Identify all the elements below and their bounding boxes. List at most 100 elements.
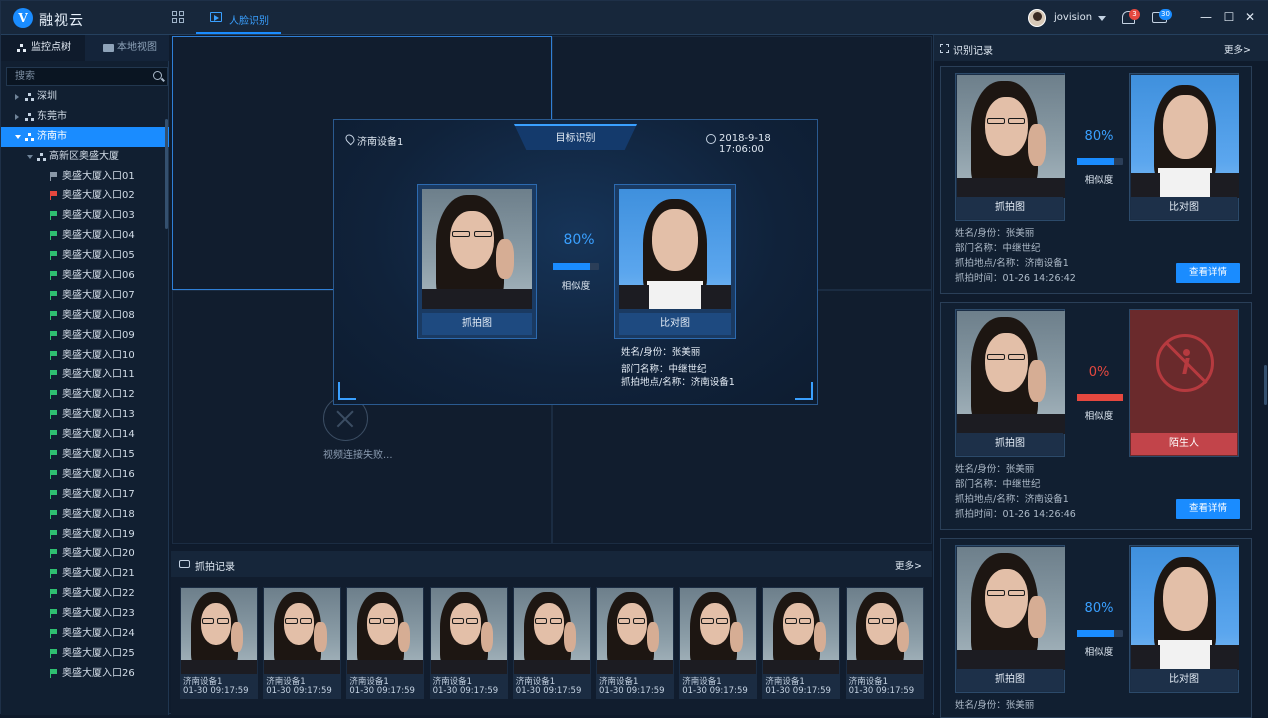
capture-thumbnail[interactable]: 济南设备1 01-30 09:17:59: [679, 587, 758, 699]
scrollbar[interactable]: [1264, 365, 1267, 405]
popup-time: 2018-9-18 17:06:00: [719, 133, 771, 155]
capture-record-panel: 抓拍记录 更多> 济南设备1 01-30 09:17:59 济南设备1 01-30 0…: [171, 551, 932, 715]
tree-device[interactable]: 奥盛大厦入口17: [1, 485, 169, 505]
chevron-right-icon[interactable]: [15, 94, 19, 100]
chevron-down-icon[interactable]: [15, 134, 21, 139]
chevron-down-icon[interactable]: [1098, 16, 1106, 21]
recognition-more-link[interactable]: 更多>: [1224, 42, 1251, 56]
tree-device[interactable]: 奥盛大厦入口07: [1, 286, 169, 306]
face-scan-icon: [940, 44, 949, 53]
compare-caption: 比对图: [1131, 669, 1237, 691]
tree-device[interactable]: 奥盛大厦入口10: [1, 346, 169, 366]
similarity-label: 相似度: [1084, 411, 1114, 422]
camera-status-flag-icon: [50, 589, 58, 599]
card-name: 姓名/身份：张美丽: [955, 700, 1035, 711]
tree-device[interactable]: 奥盛大厦入口13: [1, 405, 169, 425]
tab-face-recognition[interactable]: 人脸识别: [196, 1, 281, 34]
camera-icon: [179, 560, 190, 568]
thumbnail-image: [513, 588, 590, 674]
tree-label: 奥盛大厦入口15: [62, 449, 135, 461]
tree-device[interactable]: 奥盛大厦入口11: [1, 365, 169, 385]
tree-label: 奥盛大厦入口02: [62, 190, 135, 202]
tree-device[interactable]: 奥盛大厦入口19: [1, 525, 169, 545]
search-icon[interactable]: [153, 71, 162, 80]
tree-device[interactable]: 奥盛大厦入口26: [1, 664, 169, 684]
camera-status-flag-icon: [50, 370, 58, 380]
grid-menu-icon[interactable]: [172, 11, 185, 24]
capture-photo: 抓拍图: [955, 73, 1065, 221]
connection-failed-text: 视频连接失败...: [323, 450, 393, 461]
capture-thumbnail[interactable]: 济南设备1 01-30 09:17:59: [762, 587, 841, 699]
chevron-right-icon[interactable]: [15, 113, 19, 120]
capture-thumbnail[interactable]: 济南设备1 01-30 09:17:59: [596, 587, 674, 699]
tree-device[interactable]: 奥盛大厦入口09: [1, 326, 169, 346]
username[interactable]: jovision: [1054, 12, 1092, 23]
view-details-button[interactable]: 查看详情: [1176, 263, 1240, 283]
capture-photo: 抓拍图: [417, 184, 537, 339]
capture-thumbnail[interactable]: 济南设备1 01-30 09:17:59: [512, 587, 591, 699]
tree-label: 奥盛大厦入口25: [62, 647, 135, 659]
similarity-percent: 80%: [563, 232, 595, 248]
tree-device[interactable]: 奥盛大厦入口14: [1, 425, 169, 445]
tree-region[interactable]: 东莞市: [1, 107, 169, 127]
maximize-button[interactable]: ☐: [1222, 10, 1236, 24]
tree-device[interactable]: 奥盛大厦入口18: [1, 505, 169, 525]
camera-status-flag-icon: [50, 231, 58, 241]
close-button[interactable]: ✕: [1243, 10, 1257, 24]
capture-thumbnail[interactable]: 济南设备1 01-30 09:17:59: [346, 587, 425, 699]
minimize-button[interactable]: —: [1199, 10, 1213, 24]
tree-device[interactable]: 奥盛大厦入口23: [1, 604, 169, 624]
camera-status-flag-icon: [50, 171, 58, 181]
tree-device[interactable]: 奥盛大厦入口22: [1, 584, 169, 604]
tree-device[interactable]: 奥盛大厦入口05: [1, 246, 169, 266]
camera-status-flag-icon: [50, 410, 58, 420]
tree-label: 奥盛大厦入口09: [62, 329, 135, 341]
video-play-icon: [210, 12, 222, 22]
tree-device[interactable]: 奥盛大厦入口01: [1, 167, 169, 187]
thumbnail-image: [597, 588, 673, 674]
avatar[interactable]: [1028, 9, 1046, 27]
tree-label: 奥盛大厦入口03: [62, 210, 135, 222]
tree-device[interactable]: 奥盛大厦入口04: [1, 226, 169, 246]
tree-device[interactable]: 奥盛大厦入口24: [1, 624, 169, 644]
tab-local-view[interactable]: 本地视图: [85, 35, 169, 61]
tree-device[interactable]: 奥盛大厦入口20: [1, 544, 169, 564]
notify-badge: 3: [1129, 9, 1140, 20]
chevron-down-icon[interactable]: [27, 154, 33, 159]
similarity-percent: 80%: [1084, 601, 1114, 616]
tree-device[interactable]: 奥盛大厦入口08: [1, 306, 169, 326]
tree-device[interactable]: 奥盛大厦入口16: [1, 465, 169, 485]
tree-label: 奥盛大厦入口23: [62, 608, 135, 620]
tree-label: 高新区奥盛大厦: [49, 150, 119, 162]
tree-device[interactable]: 奥盛大厦入口15: [1, 445, 169, 465]
capture-thumbnail[interactable]: 济南设备1 01-30 09:17:59: [180, 587, 258, 699]
capture-thumbnail[interactable]: 济南设备1 01-30 09:17:59: [845, 587, 924, 699]
card-dept: 部门名称：中继世纪: [955, 479, 1041, 490]
tab-monitor-tree[interactable]: 监控点树: [1, 35, 85, 61]
capture-more-link[interactable]: 更多>: [895, 558, 922, 572]
view-details-button[interactable]: 查看详情: [1176, 499, 1240, 519]
tree-device[interactable]: 奥盛大厦入口21: [1, 564, 169, 584]
compare-face-image: [1131, 75, 1239, 198]
capture-thumbnail[interactable]: 济南设备1 01-30 09:17:59: [429, 587, 508, 699]
tree-region[interactable]: 深圳: [1, 87, 169, 107]
recognition-card: 抓拍图 0% 相似度 陌生人 姓名/身份：张美丽 部门名称：中继世纪 抓拍地点/名称：济南设…: [940, 302, 1252, 530]
tree-device[interactable]: 奥盛大厦入口02: [1, 186, 169, 206]
tree-device[interactable]: 奥盛大厦入口03: [1, 206, 169, 226]
folder-icon: [103, 44, 114, 52]
thumbnail-time: 01-30 09:17:59: [349, 686, 415, 696]
capture-caption: 抓拍图: [957, 433, 1063, 455]
tree-device[interactable]: 奥盛大厦入口06: [1, 266, 169, 286]
tree-building[interactable]: 高新区奥盛大厦: [1, 147, 169, 167]
search-input[interactable]: [7, 68, 147, 85]
tree-region[interactable]: 济南市: [1, 126, 169, 147]
scrollbar[interactable]: [165, 119, 168, 229]
capture-caption: 抓拍图: [422, 313, 532, 335]
capture-thumbnail[interactable]: 济南设备1 01-30 09:17:59: [263, 587, 342, 699]
tree-device[interactable]: 奥盛大厦入口25: [1, 644, 169, 664]
tree-device[interactable]: 奥盛大厦入口12: [1, 385, 169, 405]
left-panel: 监控点树 本地视图 深圳东莞市济南市高新区奥盛大厦奥盛大厦入口01 奥盛大厦入口0…: [1, 35, 169, 715]
recognition-record-panel: 识别记录 更多> 抓拍图 80% 相似度 比对图 姓名/身份：张美丽 部门名称：中继世纪抓…: [933, 35, 1268, 718]
top-bar: V 融视云 人脸识别 jovision 3 30 — ☐ ✕: [1, 1, 1268, 35]
camera-status-flag-icon: [50, 390, 58, 400]
